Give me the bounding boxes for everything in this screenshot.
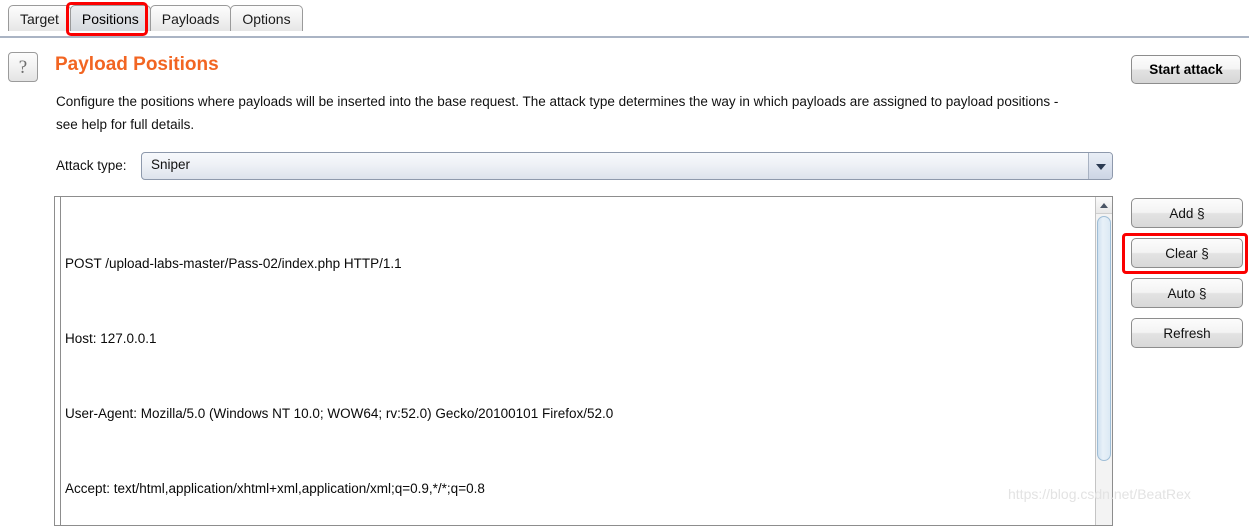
scrollbar-thumb[interactable] bbox=[1097, 216, 1111, 461]
chevron-down-icon[interactable] bbox=[1088, 153, 1112, 179]
tab-target[interactable]: Target bbox=[8, 5, 71, 31]
request-line: Accept: text/html,application/xhtml+xml,… bbox=[65, 481, 485, 496]
attack-type-select[interactable]: Sniper bbox=[141, 152, 1113, 180]
auto-marker-button[interactable]: Auto § bbox=[1131, 278, 1243, 308]
panel-description: Configure the positions where payloads w… bbox=[56, 94, 1059, 132]
payload-positions-panel: ? Payload Positions Configure the positi… bbox=[0, 38, 1249, 526]
tab-positions[interactable]: Positions bbox=[69, 5, 151, 31]
add-marker-button[interactable]: Add § bbox=[1131, 198, 1243, 228]
refresh-button[interactable]: Refresh bbox=[1131, 318, 1243, 348]
request-line: Host: 127.0.0.1 bbox=[65, 331, 157, 346]
tab-payloads[interactable]: Payloads bbox=[149, 5, 232, 31]
editor-vertical-scrollbar[interactable] bbox=[1095, 197, 1112, 525]
clear-marker-button[interactable]: Clear § bbox=[1131, 238, 1243, 268]
watermark-text: https://blog.csdn.net/BeatRex bbox=[1008, 486, 1191, 502]
request-text[interactable]: POST /upload-labs-master/Pass-02/index.p… bbox=[65, 201, 1085, 525]
triangle-up-icon[interactable] bbox=[1096, 197, 1112, 214]
attack-type-label: Attack type: bbox=[56, 158, 127, 173]
request-line: User-Agent: Mozilla/5.0 (Windows NT 10.0… bbox=[65, 406, 614, 421]
tab-strip: Target Positions Payloads Options bbox=[0, 0, 1249, 38]
question-mark-icon[interactable]: ? bbox=[8, 52, 38, 82]
tab-list: Target Positions Payloads Options bbox=[8, 5, 303, 31]
editor-gutter-rule bbox=[60, 197, 61, 525]
page-title: Payload Positions bbox=[55, 54, 219, 75]
attack-type-value: Sniper bbox=[151, 157, 191, 172]
request-line: POST /upload-labs-master/Pass-02/index.p… bbox=[65, 256, 402, 271]
request-editor[interactable]: POST /upload-labs-master/Pass-02/index.p… bbox=[54, 196, 1113, 526]
marker-button-group: Add § Clear § Auto § Refresh bbox=[1131, 198, 1243, 358]
tab-options[interactable]: Options bbox=[230, 5, 303, 31]
start-attack-button[interactable]: Start attack bbox=[1131, 55, 1241, 84]
